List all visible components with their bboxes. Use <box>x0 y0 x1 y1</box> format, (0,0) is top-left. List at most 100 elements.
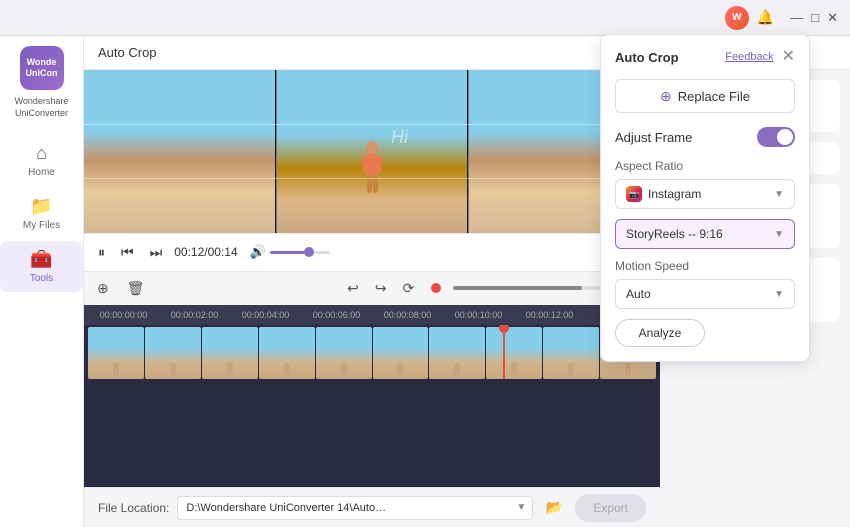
maximize-icon[interactable]: □ <box>811 10 819 25</box>
next-button[interactable]: ⏭ <box>146 242 167 263</box>
prev-button[interactable]: ⏮ <box>117 242 138 263</box>
sidebar: WondeUniCon Wondershare UniConverter ⌂ H… <box>0 36 84 527</box>
app-name: Wondershare UniConverter <box>0 96 83 119</box>
instagram-icon: 📷 <box>626 186 642 202</box>
hi-text: Hi <box>391 127 408 148</box>
replace-file-button[interactable]: ⊕ Replace File <box>615 79 795 113</box>
volume-slider[interactable]: 🔊 <box>250 244 330 260</box>
home-icon: ⌂ <box>36 143 47 164</box>
track-content <box>88 327 656 379</box>
panel-title: Auto Crop <box>615 50 679 65</box>
replace-icon: ⊕ <box>660 88 672 105</box>
aspect-ratio-arrow: ▼ <box>774 189 784 200</box>
feedback-link[interactable]: Feedback <box>725 51 773 63</box>
file-path-text: D:\Wondershare UniConverter 14\AutoCrop <box>186 502 386 514</box>
sidebar-item-tools[interactable]: 🧰 Tools <box>0 241 83 292</box>
path-dropdown-arrow[interactable]: ▼ <box>516 502 526 513</box>
file-location-path[interactable]: D:\Wondershare UniConverter 14\AutoCrop … <box>177 496 533 520</box>
track-thumb-5 <box>316 327 372 379</box>
playhead-head <box>499 325 509 333</box>
folder-button[interactable]: 📂 <box>541 495 567 521</box>
play-pause-button[interactable]: ⏸ <box>94 242 109 263</box>
video-canvas: Hi <box>84 70 660 233</box>
panel-close-button[interactable]: ✕ <box>782 49 795 65</box>
autocrop-panel: Auto Crop Feedback ✕ ⊕ Replace File Adju… <box>600 34 810 362</box>
track-thumb-9 <box>543 327 599 379</box>
ruler-mark-1: 00:00:02:00 <box>159 310 230 320</box>
app-container: W 🔔 — □ ✕ WondeUniCon Wondershare UniCon… <box>0 0 850 527</box>
ruler-mark-6: 00:00:12:00 <box>514 310 585 320</box>
aspect-ratio-select[interactable]: 📷 Instagram ▼ <box>615 179 795 209</box>
sidebar-logo-text: WondeUniCon <box>26 57 58 79</box>
sub-option-select[interactable]: StoryReels -- 9:16 ▼ <box>615 219 795 249</box>
redo-button[interactable]: ↪ <box>370 278 392 299</box>
toggle-knob <box>777 129 793 145</box>
video-section: Hi <box>84 70 660 527</box>
minimize-icon[interactable]: — <box>790 10 803 25</box>
fig-6 <box>397 363 403 375</box>
time-display: 00:12/00:14 <box>174 245 237 259</box>
track-thumb-3 <box>202 327 258 379</box>
playhead[interactable] <box>503 327 505 379</box>
panel-header-right: Feedback ✕ <box>725 49 795 65</box>
forward-button[interactable]: ⟳ <box>398 278 420 299</box>
aspect-ratio-text: Instagram <box>648 187 701 201</box>
add-clip-button[interactable]: ⊕ <box>92 278 114 299</box>
fig-5 <box>341 363 347 375</box>
files-icon: 📁 <box>30 196 52 217</box>
sub-option-arrow: ▼ <box>774 229 784 240</box>
motion-speed-select[interactable]: Auto ▼ <box>615 279 795 309</box>
playback-buttons: ↩ ↪ ⟳ <box>342 278 419 299</box>
adjust-frame-label: Adjust Frame <box>615 130 692 145</box>
track-thumb-7 <box>429 327 485 379</box>
ruler-mark-2: 00:00:04:00 <box>230 310 301 320</box>
fig-7 <box>454 363 460 375</box>
video-grid: Hi <box>84 70 660 233</box>
replace-file-label: Replace File <box>678 89 750 104</box>
analyze-button[interactable]: Analyze <box>615 319 705 347</box>
track-thumb-1 <box>88 327 144 379</box>
video-controls: ⏸ ⏮ ⏭ 00:12/00:14 🔊 ⛶ <box>84 233 660 271</box>
track-thumb-2 <box>145 327 201 379</box>
volume-thumb[interactable] <box>304 247 314 257</box>
timeline-toolbar: ⊕ 🗑 ↩ ↪ ⟳ ＋ <box>84 271 660 305</box>
titlebar: W 🔔 — □ ✕ <box>0 0 850 36</box>
sidebar-label-home: Home <box>28 167 55 178</box>
track-thumb-8 <box>486 327 542 379</box>
ruler-mark-4: 00:00:08:00 <box>372 310 443 320</box>
aspect-ratio-label: Aspect Ratio <box>615 159 795 173</box>
close-icon[interactable]: ✕ <box>827 10 838 26</box>
timeline-tracks <box>84 325 660 488</box>
tools-icon: 🧰 <box>30 249 52 270</box>
undo-button[interactable]: ↩ <box>342 278 364 299</box>
trash-button[interactable]: 🗑 <box>122 278 150 299</box>
sub-option-text: StoryReels -- 9:16 <box>626 227 723 241</box>
ruler-mark-0: 00:00:00:00 <box>88 310 159 320</box>
volume-track[interactable] <box>270 251 330 254</box>
motion-speed-text: Auto <box>626 287 651 301</box>
export-button[interactable]: Export <box>575 494 646 522</box>
fig-3 <box>227 363 233 375</box>
track-thumb-6 <box>373 327 429 379</box>
volume-fill <box>270 251 309 254</box>
track-thumb-4 <box>259 327 315 379</box>
avatar: W <box>725 6 749 30</box>
sidebar-logo: WondeUniCon <box>20 46 64 90</box>
figure-svg <box>358 140 386 200</box>
fig-10 <box>625 363 631 375</box>
editor-title: Auto Crop <box>98 45 157 60</box>
fig-9 <box>568 363 574 375</box>
sidebar-item-home[interactable]: ⌂ Home <box>0 135 83 186</box>
fig-8 <box>511 363 517 375</box>
adjust-frame-toggle[interactable] <box>757 127 795 147</box>
ruler-mark-5: 00:00:10:00 <box>443 310 514 320</box>
motion-speed-arrow: ▼ <box>774 289 784 300</box>
bell-icon[interactable]: 🔔 <box>757 9 774 26</box>
sidebar-item-my-files[interactable]: 📁 My Files <box>0 188 83 239</box>
motion-speed-label: Motion Speed <box>615 259 795 273</box>
video-cell-center: Hi <box>277 70 468 233</box>
ruler-mark-3: 00:00:06:00 <box>301 310 372 320</box>
fig-4 <box>284 363 290 375</box>
volume-icon: 🔊 <box>250 244 266 260</box>
video-cell-left <box>84 70 275 233</box>
